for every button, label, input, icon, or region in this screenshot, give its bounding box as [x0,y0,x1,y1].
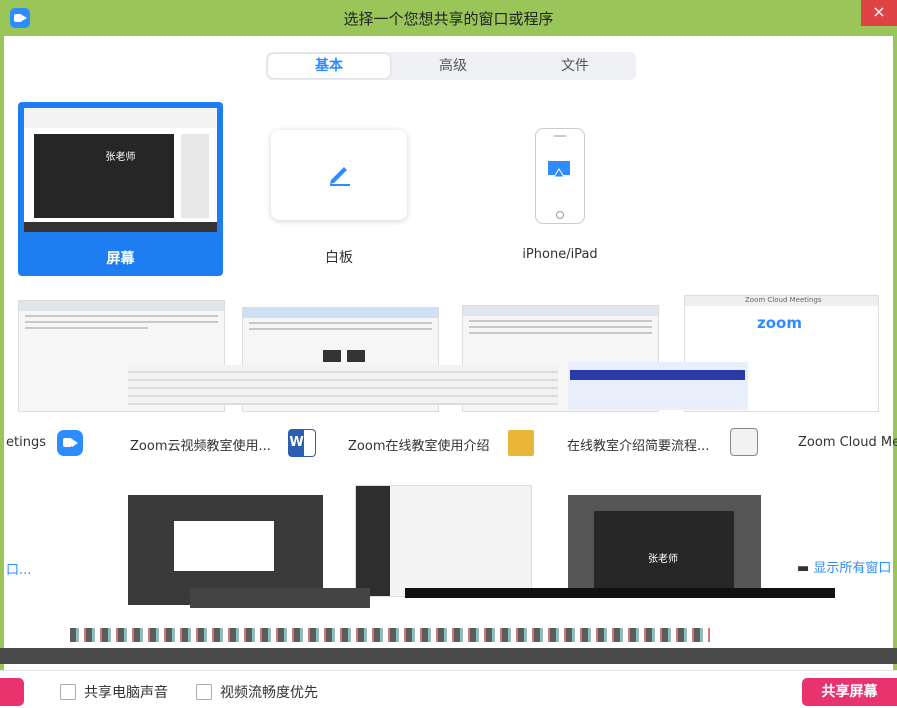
tab-bar: 基本 高级 文件 [266,52,636,80]
close-button[interactable]: × [861,0,897,26]
zoom-icon [57,430,83,456]
show-all-icon: ▬ [797,561,814,576]
whiteboard-tile[interactable] [271,130,407,220]
window-thumb-6[interactable] [355,485,532,597]
notepad-icon [730,428,758,456]
window-label-1: etings [6,435,46,450]
iphone-label: iPhone/iPad [522,247,598,262]
window-label-5: Zoom Cloud Me [798,435,897,450]
thumb-teacher-name: 张老师 [648,554,678,565]
screen-thumbnail: 张老师 [24,108,217,232]
optimize-video-label: 视频流畅度优先 [220,685,318,701]
row2-left-label: 口... [6,563,32,578]
share-screen-button[interactable]: 共享屏幕 [802,678,897,706]
dialog-title: 选择一个您想共享的窗口或程序 [343,10,554,28]
iphone-tile[interactable] [535,128,585,224]
tab-basic[interactable]: 基本 [268,54,390,78]
optimize-video-checkbox[interactable] [196,684,212,700]
window-thumb-7[interactable]: 张老师 [568,495,761,595]
window-label-3: Zoom在线教室使用介绍 [348,439,490,454]
show-all-label: 显示所有窗口 [813,561,892,576]
zoom-logo: zoom [757,314,802,332]
whiteboard-label: 白板 [325,250,353,266]
window-label-4: 在线教室介绍简要流程... [567,439,710,454]
word-letter: W [289,430,304,456]
tab-files[interactable]: 文件 [514,52,636,80]
folder-icon [508,430,534,456]
left-button-stub[interactable] [0,678,24,706]
word-icon: W [288,429,316,457]
airplay-icon [548,161,570,178]
share-audio-label: 共享电脑声音 [84,685,168,701]
zoom-cloud-thumb-title: Zoom Cloud Meetings [745,296,822,304]
share-screen-tile[interactable]: 张老师 屏幕 [18,102,223,276]
show-all-windows-link[interactable]: ▬ 显示所有窗口 [797,557,891,576]
title-bar: 选择一个您想共享的窗口或程序 × [0,0,897,36]
pencil-icon [330,167,350,186]
screen-thumb-name: 张老师 [105,152,136,163]
window-label-2: Zoom云视频教室使用... [130,439,271,454]
share-audio-checkbox[interactable] [60,684,76,700]
tab-advanced[interactable]: 高级 [392,52,514,80]
screen-label: 屏幕 [106,251,135,267]
footer-bar: 共享电脑声音 视频流畅度优先 共享屏幕 [0,670,897,708]
